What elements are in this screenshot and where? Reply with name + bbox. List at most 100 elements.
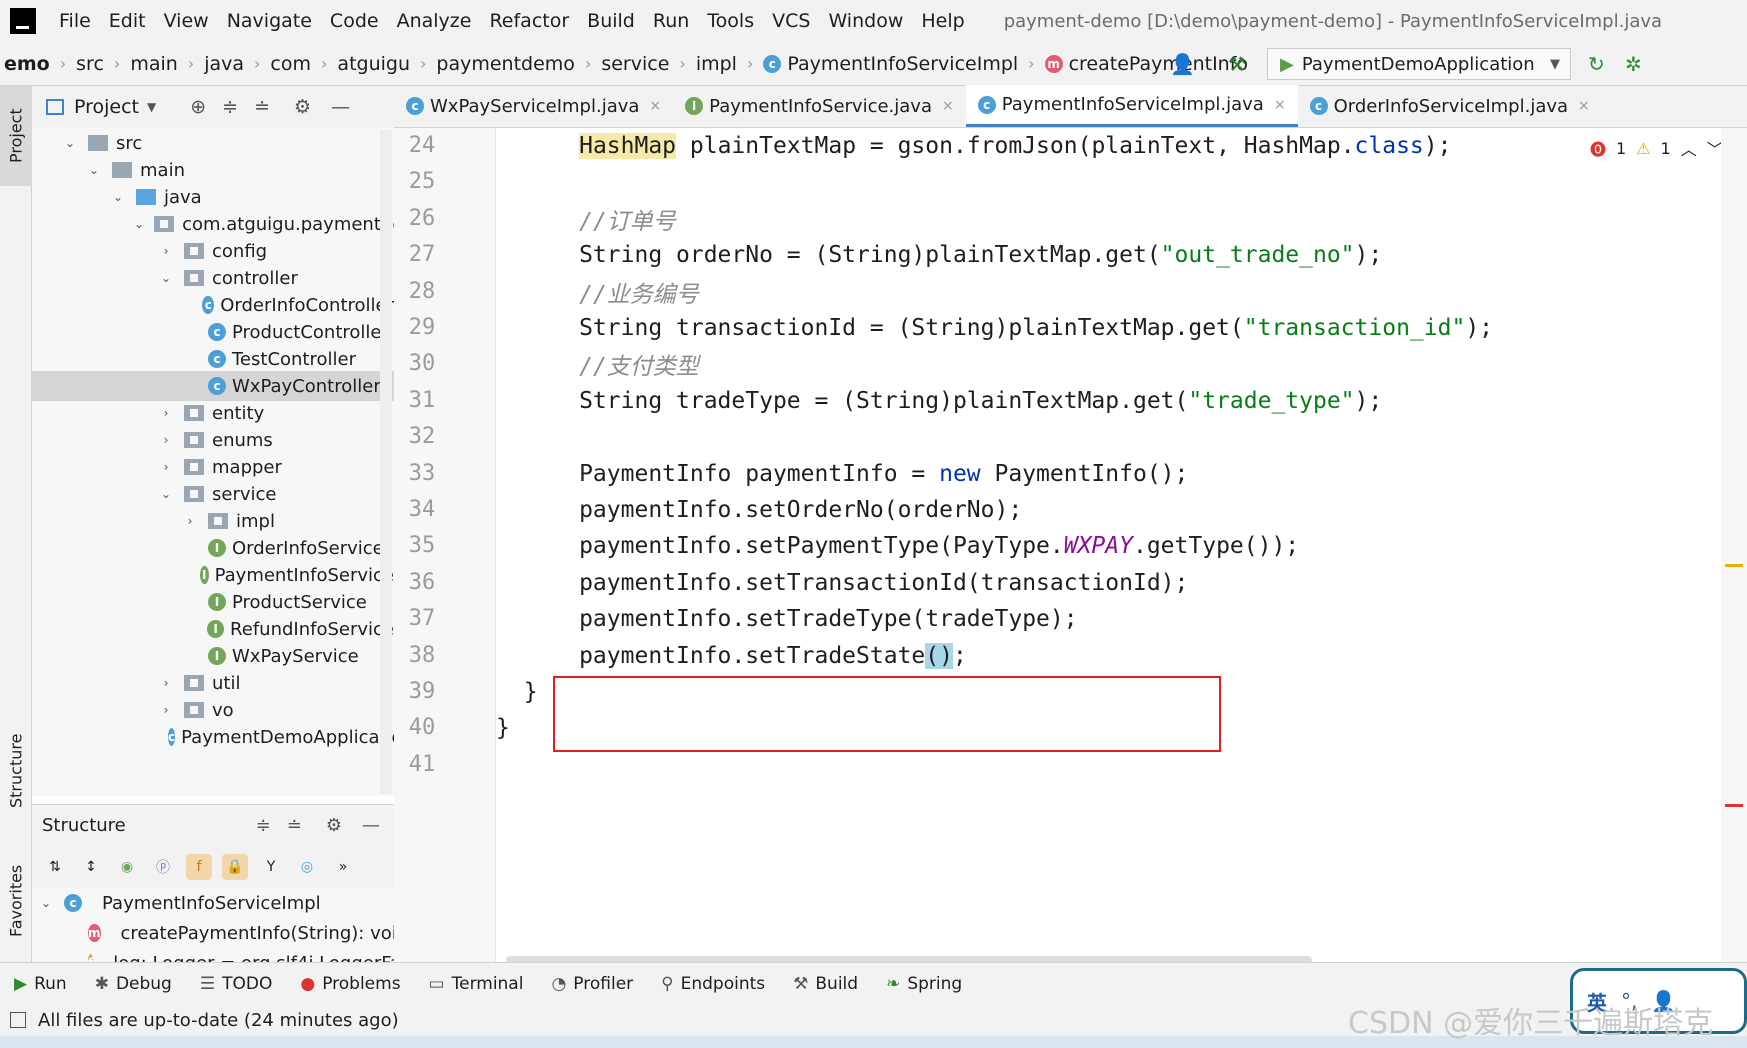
code-line[interactable]: paymentInfo.setPaymentType(PayType. WXPAY…	[496, 528, 1299, 564]
toolwindow-terminal[interactable]: ▭ Terminal	[429, 974, 524, 994]
status-icon[interactable]	[10, 1012, 26, 1028]
inspection-widget[interactable]: ⓿ 1 ⚠ 1 ︿ ﹀	[1590, 136, 1723, 160]
warning-marker[interactable]	[1725, 564, 1743, 567]
expand-all-icon[interactable]: ≑	[222, 96, 238, 118]
breadcrumb-item[interactable]: java	[200, 53, 248, 75]
show-fields-icon[interactable]: f	[186, 854, 212, 880]
settings-gear-icon[interactable]: ⚙	[294, 96, 311, 118]
toolwindow-profiler[interactable]: ◔ Profiler	[551, 974, 633, 994]
chevron-down-icon[interactable]: ⌄	[134, 217, 144, 231]
chevron-right-icon[interactable]: ›	[158, 406, 174, 420]
tree-node[interactable]: c WxPayController	[32, 371, 394, 401]
breadcrumb-item[interactable]: c PaymentInfoServiceImpl	[759, 53, 1022, 75]
chevron-right-icon[interactable]: ›	[158, 460, 174, 474]
editor-tab[interactable]: c PaymentInfoServiceImpl.java ×	[965, 85, 1298, 127]
code-editor[interactable]: HashMap plainTextMap = gson.fromJson(pla…	[496, 128, 1721, 962]
hide-panel-icon[interactable]: —	[331, 96, 350, 118]
code-line[interactable]: }	[496, 674, 538, 710]
toolwindow-problems[interactable]: ● Problems	[300, 974, 400, 994]
toolwindow-run[interactable]: ▶ Run	[14, 974, 67, 994]
code-line[interactable]: String tradeType = (String)plainTextMap.…	[496, 383, 1382, 419]
structure-tool-tab[interactable]: Structure	[0, 706, 32, 836]
chevron-down-icon[interactable]: ⌄	[110, 190, 126, 204]
project-view-label[interactable]: Project	[74, 96, 139, 118]
chevron-right-icon[interactable]: ›	[182, 514, 198, 528]
chevron-right-icon[interactable]: ›	[158, 676, 174, 690]
menu-view[interactable]: View	[155, 10, 218, 32]
code-line[interactable]: }	[496, 710, 510, 746]
toolwindow-endpoints[interactable]: ⚲ Endpoints	[661, 974, 765, 994]
tree-node[interactable]: ⌄ com.atguigu.paymentdemo	[32, 209, 394, 239]
tree-node[interactable]: › enums	[32, 425, 394, 455]
collapse-all-icon[interactable]: ≐	[287, 815, 302, 836]
collapse-all-icon[interactable]: ≐	[254, 96, 270, 118]
show-non-public-icon[interactable]: 🔒	[222, 854, 248, 880]
tree-node[interactable]: c OrderInfoController	[32, 290, 394, 320]
tree-node[interactable]: › mapper	[32, 452, 394, 482]
editor-tab[interactable]: c WxPayServiceImpl.java ×	[394, 85, 673, 127]
toolwindow-build[interactable]: ⚒ Build	[793, 974, 858, 994]
show-lambdas-icon[interactable]: Y	[258, 854, 284, 880]
code-line[interactable]: PaymentInfo paymentInfo = new PaymentInf…	[496, 456, 1188, 492]
structure-field-node[interactable]: f log: Logger = org.slf4j.LoggerFactory	[32, 948, 394, 962]
tree-node[interactable]: › entity	[32, 398, 394, 428]
favorites-tool-tab[interactable]: Favorites	[0, 846, 32, 956]
structure-method-node[interactable]: m createPaymentInfo(String): void	[32, 918, 394, 948]
chevron-down-icon[interactable]: ▼	[147, 100, 156, 114]
code-line[interactable]: paymentInfo.setOrderNo(orderNo);	[496, 492, 1022, 528]
breadcrumb-item[interactable]: paymentdemo	[432, 53, 579, 75]
menu-window[interactable]: Window	[819, 10, 912, 32]
code-line[interactable]: paymentInfo.setTradeState();	[496, 638, 967, 674]
user-icon[interactable]: 👤	[1170, 52, 1195, 76]
chevron-right-icon[interactable]: ›	[158, 703, 174, 717]
tree-node[interactable]: ⌄ java	[32, 182, 394, 212]
tree-node[interactable]: I PaymentInfoService	[32, 560, 394, 590]
tree-node[interactable]: ⌄ main	[32, 155, 394, 185]
tree-node[interactable]: › vo	[32, 695, 394, 725]
menu-build[interactable]: Build	[578, 10, 644, 32]
tree-node[interactable]: › util	[32, 668, 394, 698]
breadcrumb-item[interactable]: com	[266, 53, 315, 75]
error-stripe[interactable]	[1721, 128, 1747, 962]
chevron-down-icon[interactable]: ⌄	[158, 271, 174, 285]
locate-icon[interactable]: ⊕	[190, 96, 206, 118]
menu-tools[interactable]: Tools	[698, 10, 763, 32]
close-icon[interactable]: ×	[1274, 97, 1286, 113]
menu-help[interactable]: Help	[912, 10, 973, 32]
build-hammer-icon[interactable]: ⚒	[1228, 52, 1246, 76]
chevron-right-icon[interactable]: ›	[158, 244, 174, 258]
chevron-down-icon[interactable]: ⌄	[62, 136, 78, 150]
menu-file[interactable]: File	[50, 10, 100, 32]
breadcrumb-item[interactable]: src	[72, 53, 108, 75]
breadcrumb-item[interactable]: impl	[692, 53, 741, 75]
tree-node[interactable]: ⌄ service	[32, 479, 394, 509]
tree-node[interactable]: c ProductController	[32, 317, 394, 347]
tree-node[interactable]: ⌄ controller	[32, 263, 394, 293]
rerun-icon[interactable]: ↻	[1588, 52, 1605, 76]
tree-node[interactable]: › impl	[32, 506, 394, 536]
tree-node[interactable]: I RefundInfoService	[32, 614, 394, 644]
run-configuration-select[interactable]: ▶ PaymentDemoApplication ▼	[1267, 48, 1571, 80]
hide-panel-icon[interactable]: —	[362, 815, 380, 836]
toolwindow-todo[interactable]: ☰ TODO	[200, 974, 273, 994]
tree-node[interactable]: ⌄ src	[32, 128, 394, 158]
code-line[interactable]: paymentInfo.setTradeType(tradeType);	[496, 601, 1078, 637]
code-line[interactable]: //支付类型	[496, 346, 699, 382]
tree-node[interactable]: c PaymentDemoApplication	[32, 722, 394, 752]
tree-node[interactable]: I WxPayService	[32, 641, 394, 671]
tree-node[interactable]: c TestController	[32, 344, 394, 374]
sort-visibility-icon[interactable]: ↕	[78, 854, 104, 880]
code-line[interactable]: //业务编号	[496, 274, 699, 310]
menu-refactor[interactable]: Refactor	[480, 10, 578, 32]
breadcrumb-item[interactable]: main	[126, 53, 181, 75]
more-icon[interactable]: »	[330, 854, 356, 880]
menu-navigate[interactable]: Navigate	[218, 10, 321, 32]
menu-run[interactable]: Run	[644, 10, 698, 32]
code-line[interactable]: String orderNo = (String)plainTextMap.ge…	[496, 237, 1382, 273]
menu-vcs[interactable]: VCS	[763, 10, 819, 32]
chevron-down-icon[interactable]: ⌄	[158, 487, 174, 501]
code-line[interactable]: //订单号	[496, 201, 676, 237]
toolwindow-debug[interactable]: ✱ Debug	[95, 974, 172, 994]
tree-node[interactable]: I OrderInfoService	[32, 533, 394, 563]
breadcrumb-item[interactable]: emo	[0, 53, 54, 75]
